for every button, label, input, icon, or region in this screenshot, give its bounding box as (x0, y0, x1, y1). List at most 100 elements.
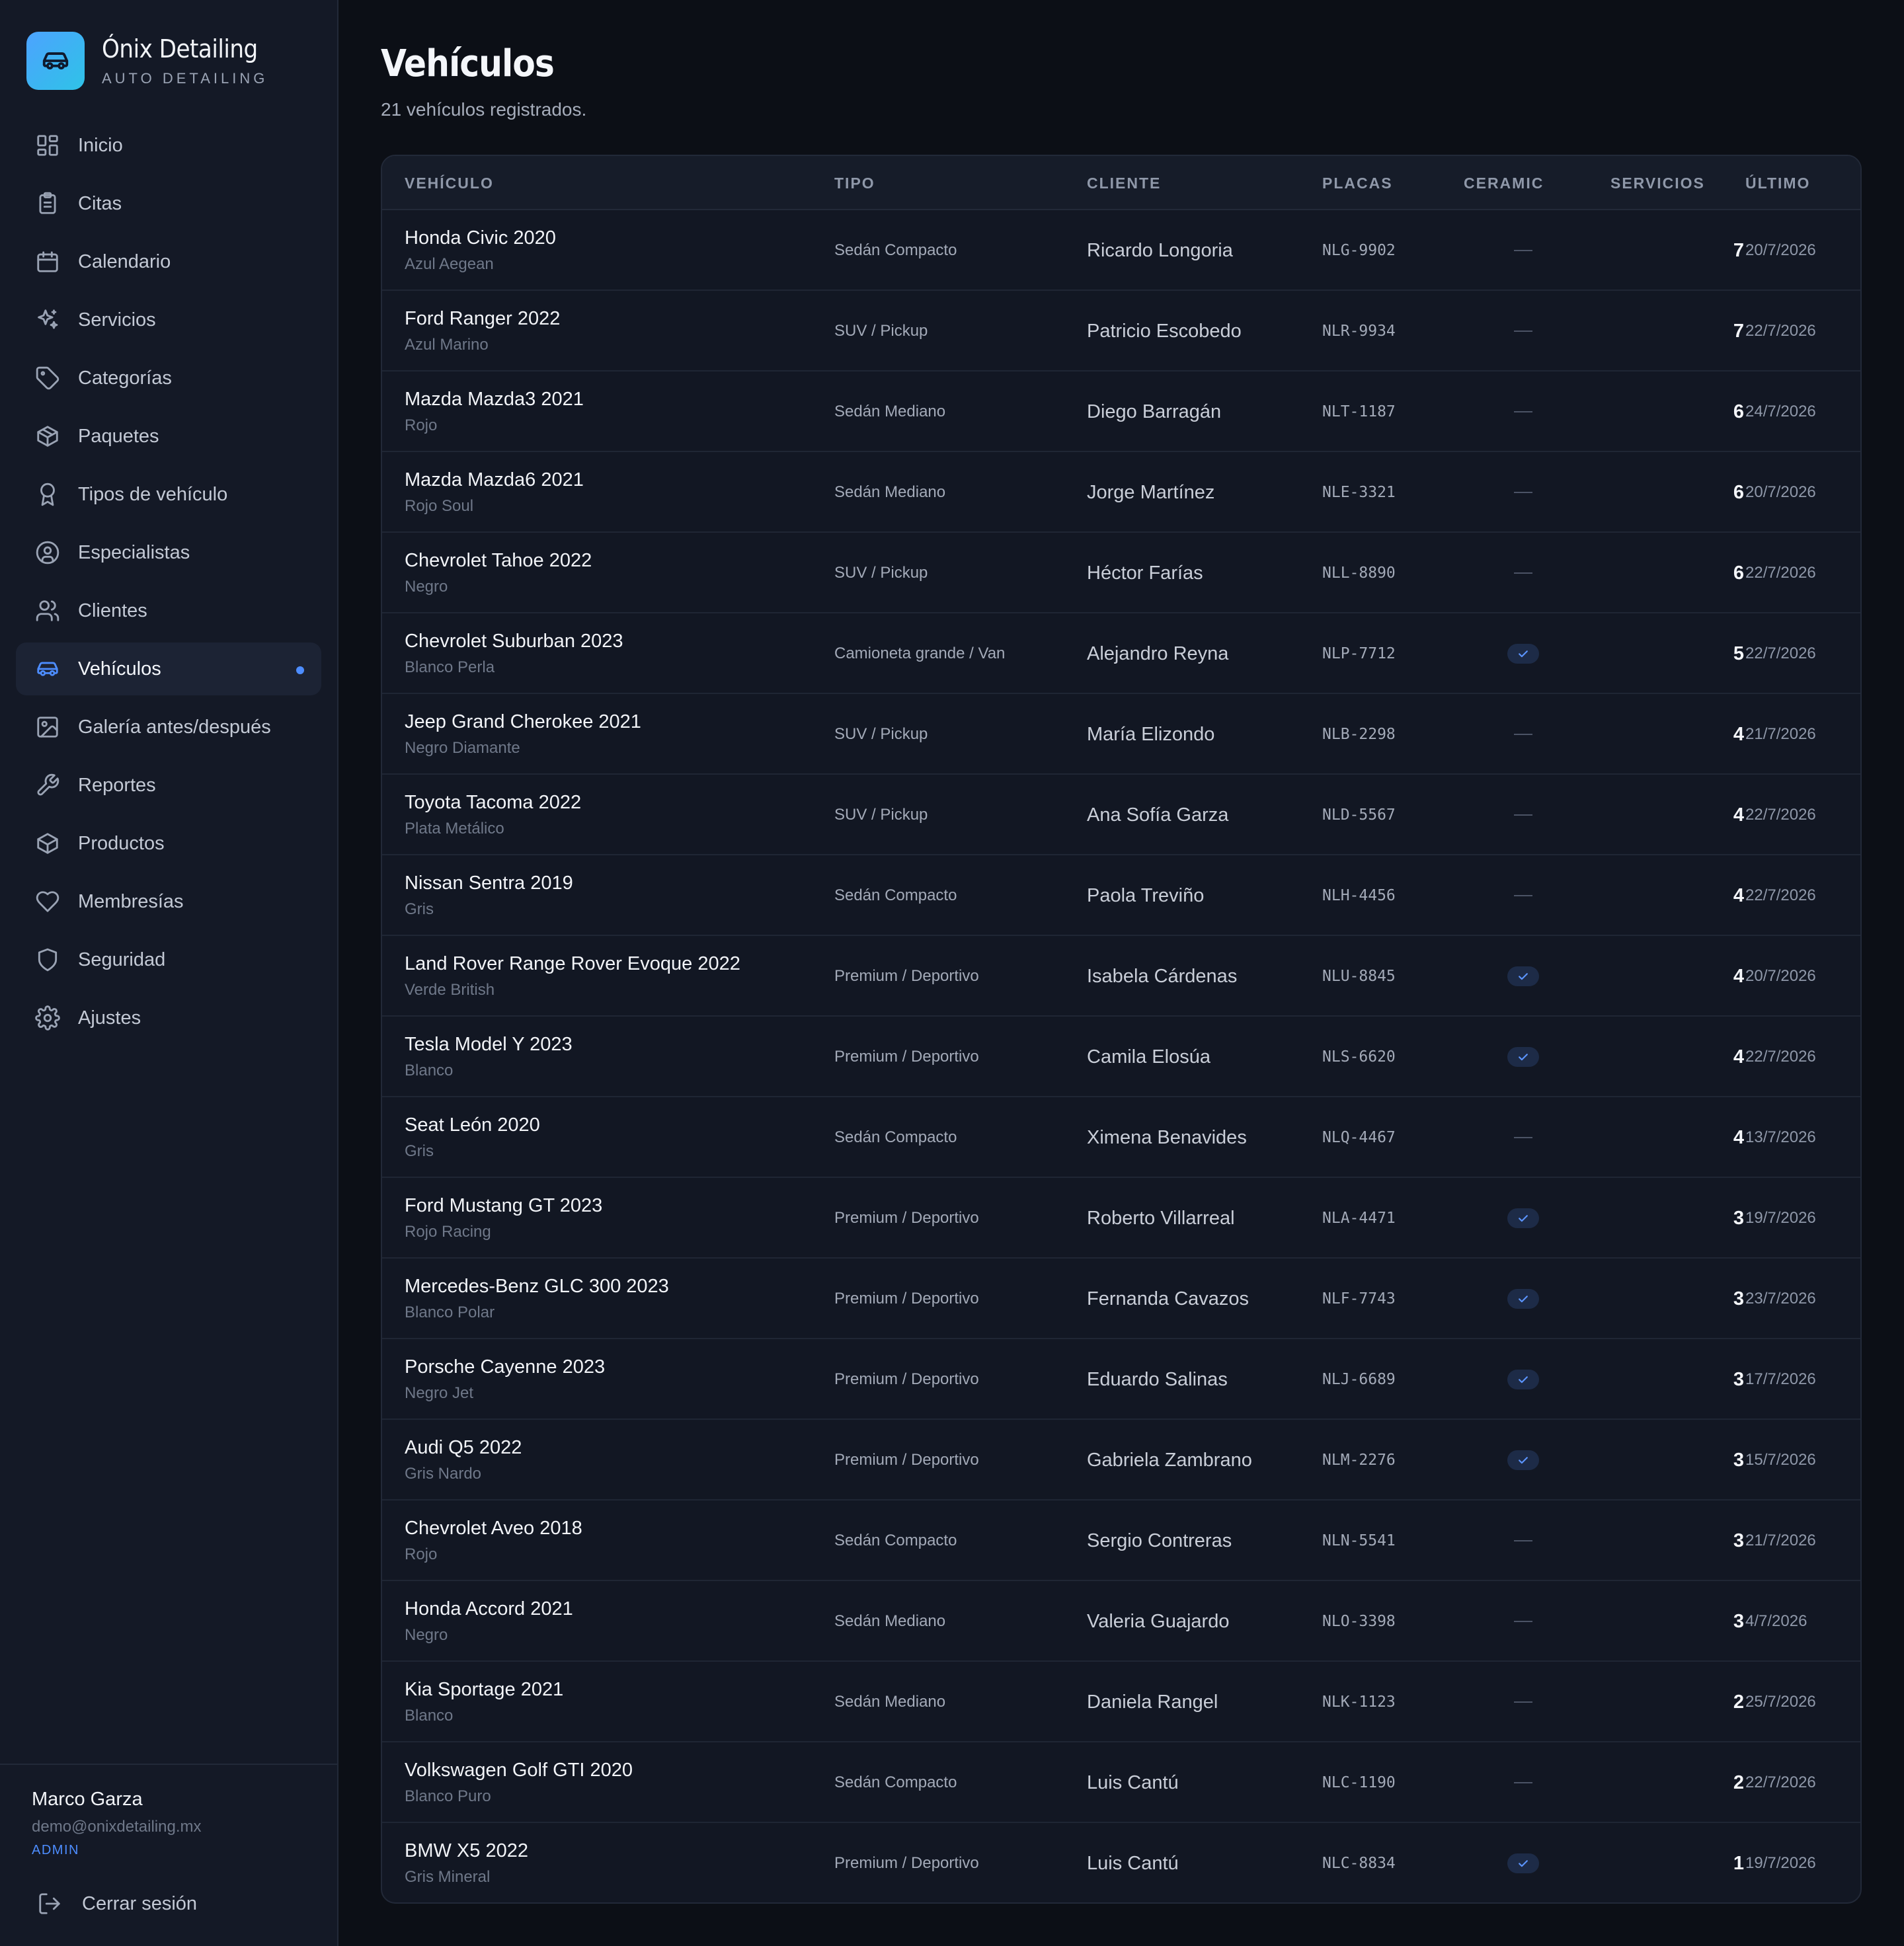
license-plate: NLP-7712 (1322, 645, 1396, 662)
table-row[interactable]: Nissan Sentra 2019 Gris Sedán Compacto Paol… (382, 855, 1860, 936)
license-plate: NLO-3398 (1322, 1613, 1396, 1630)
check-icon (1507, 966, 1539, 986)
dash-icon (1514, 1137, 1532, 1138)
vehicle-name: Ford Ranger 2022 (405, 308, 561, 329)
ceramic-status (1503, 452, 1543, 533)
column-header-ultimo[interactable]: ÚLTIMO (1745, 156, 1810, 210)
vehicle-name: Ford Mustang GT 2023 (405, 1195, 603, 1216)
vehicle-type: Sedán Compacto (834, 1128, 957, 1146)
table-row[interactable]: Jeep Grand Cherokee 2021 Negro Diamante SU… (382, 694, 1860, 775)
ceramic-status (1503, 371, 1543, 452)
sidebar-item-paquetes[interactable]: Paquetes (16, 410, 321, 463)
sidebar-item-productos[interactable]: Productos (16, 817, 321, 870)
last-service-date: 22/7/2026 (1745, 564, 1816, 582)
sidebar-item-reportes[interactable]: Reportes (16, 759, 321, 812)
table-row[interactable]: Chevrolet Suburban 2023 Blanco Perla Camio… (382, 613, 1860, 694)
sidebar: Ónix Detailing AUTO DETAILING Inicio Cita… (0, 0, 338, 1946)
vehicle-name: Seat León 2020 (405, 1114, 540, 1136)
vehicle-name: Mercedes-Benz GLC 300 2023 (405, 1276, 669, 1297)
service-count: 6 (1733, 401, 1744, 422)
table-row[interactable]: Audi Q5 2022 Gris Nardo Premium / Deportiv… (382, 1420, 1860, 1500)
service-count: 3 (1733, 1450, 1744, 1471)
table-row[interactable]: Chevrolet Tahoe 2022 Negro SUV / Pickup Héc… (382, 533, 1860, 613)
table-row[interactable]: Tesla Model Y 2023 Blanco Premium / Deport… (382, 1017, 1860, 1097)
last-service-date: 20/7/2026 (1745, 483, 1816, 501)
table-row[interactable]: Mazda Mazda3 2021 Rojo Sedán Mediano Diego … (382, 371, 1860, 452)
client-name: Luis Cantú (1087, 1772, 1179, 1793)
column-header-ceramic[interactable]: CERAMIC (1464, 156, 1544, 210)
table-row[interactable]: Land Rover Range Rover Evoque 2022 Verde … (382, 936, 1860, 1017)
page-title: Vehículos (381, 42, 555, 85)
table-row[interactable]: Ford Ranger 2022 Azul Marino SUV / Pickup P… (382, 291, 1860, 371)
table-row[interactable]: Chevrolet Aveo 2018 Rojo Sedán Compacto Ser… (382, 1500, 1860, 1581)
sidebar-item-calendario[interactable]: Calendario (16, 235, 321, 288)
vehicle-color: Negro Diamante (405, 739, 520, 757)
column-header-tipo[interactable]: TIPO (834, 156, 875, 210)
vehicle-type: Premium / Deportivo (834, 1048, 979, 1066)
vehicle-name: Mazda Mazda3 2021 (405, 389, 584, 410)
brand[interactable]: Ónix Detailing AUTO DETAILING (26, 32, 268, 90)
logout-icon (39, 1893, 60, 1914)
table-row[interactable]: Ford Mustang GT 2023 Rojo Racing Premium /… (382, 1178, 1860, 1259)
sidebar-item-galeria-antes-despues[interactable]: Galería antes/después (16, 701, 321, 754)
license-plate: NLS-6620 (1322, 1048, 1396, 1066)
logout-button[interactable]: Cerrar sesión (37, 1884, 197, 1924)
sidebar-item-servicios[interactable]: Servicios (16, 293, 321, 346)
ceramic-status (1503, 855, 1543, 936)
table-row[interactable]: Seat León 2020 Gris Sedán Compacto Ximena B… (382, 1097, 1860, 1178)
table-row[interactable]: BMW X5 2022 Gris Mineral Premium / Deporti… (382, 1823, 1860, 1902)
last-service-date: 25/7/2026 (1745, 1693, 1816, 1711)
client-name: Patricio Escobedo (1087, 321, 1242, 342)
sidebar-item-membresias[interactable]: Membresías (16, 875, 321, 928)
user-role-badge: ADMIN (32, 1843, 79, 1857)
vehicle-type: Camioneta grande / Van (834, 644, 1006, 662)
check-icon (1507, 1047, 1539, 1067)
table-row[interactable]: Porsche Cayenne 2023 Negro Jet Premium / D… (382, 1339, 1860, 1420)
ceramic-status (1503, 291, 1543, 371)
client-name: Eduardo Salinas (1087, 1369, 1228, 1390)
sidebar-item-label: Clientes (78, 600, 147, 621)
vehicle-type: Premium / Deportivo (834, 1209, 979, 1227)
table-row[interactable]: Volkswagen Golf GTI 2020 Blanco Puro Sedán… (382, 1742, 1860, 1823)
service-count: 3 (1733, 1369, 1744, 1390)
vehicle-color: Rojo Racing (405, 1223, 491, 1241)
last-service-date: 19/7/2026 (1745, 1854, 1816, 1872)
license-plate: NLL-8890 (1322, 564, 1396, 582)
sidebar-item-citas[interactable]: Citas (16, 177, 321, 230)
user-email: demo@onixdetailing.mx (32, 1818, 202, 1836)
ceramic-status (1503, 533, 1543, 613)
sidebar-item-especialistas[interactable]: Especialistas (16, 526, 321, 579)
ceramic-status (1503, 775, 1543, 855)
vehicle-color: Gris (405, 900, 434, 918)
sidebar-item-inicio[interactable]: Inicio (16, 119, 321, 172)
sidebar-item-clientes[interactable]: Clientes (16, 584, 321, 637)
sidebar-item-vehiculos[interactable]: Vehículos (16, 642, 321, 695)
table-row[interactable]: Mercedes-Benz GLC 300 2023 Blanco Polar Pr… (382, 1259, 1860, 1339)
page-subtitle: 21 vehículos registrados. (381, 99, 587, 120)
table-row[interactable]: Mazda Mazda6 2021 Rojo Soul Sedán Mediano J… (382, 452, 1860, 533)
last-service-date: 15/7/2026 (1745, 1451, 1816, 1469)
service-count: 7 (1733, 240, 1744, 261)
service-count: 4 (1733, 1046, 1744, 1068)
column-header-servicios[interactable]: SERVICIOS (1610, 156, 1705, 210)
last-service-date: 13/7/2026 (1745, 1128, 1816, 1146)
ceramic-status (1503, 1420, 1543, 1500)
sidebar-item-tipos-de-vehiculo[interactable]: Tipos de vehículo (16, 468, 321, 521)
sidebar-item-categorias[interactable]: Categorías (16, 352, 321, 405)
brand-name: Ónix Detailing (102, 34, 258, 63)
service-count: 1 (1733, 1853, 1744, 1874)
sidebar-item-ajustes[interactable]: Ajustes (16, 992, 321, 1044)
column-header-vehiculo[interactable]: VEHÍCULO (405, 156, 494, 210)
table-row[interactable]: Toyota Tacoma 2022 Plata Metálico SUV / Pi… (382, 775, 1860, 855)
table-row[interactable]: Honda Civic 2020 Azul Aegean Sedán Compact… (382, 210, 1860, 291)
vehicle-name: Volkswagen Golf GTI 2020 (405, 1760, 633, 1781)
sidebar-item-label: Galería antes/después (78, 716, 271, 738)
table-row[interactable]: Kia Sportage 2021 Blanco Sedán Mediano Dani… (382, 1662, 1860, 1742)
column-header-placas[interactable]: PLACAS (1322, 156, 1393, 210)
check-icon (1507, 1370, 1539, 1389)
column-header-cliente[interactable]: CLIENTE (1087, 156, 1161, 210)
table-row[interactable]: Honda Accord 2021 Negro Sedán Mediano Valer… (382, 1581, 1860, 1662)
dash-icon (1514, 1782, 1532, 1783)
ceramic-status (1503, 613, 1543, 694)
sidebar-item-seguridad[interactable]: Seguridad (16, 933, 321, 986)
